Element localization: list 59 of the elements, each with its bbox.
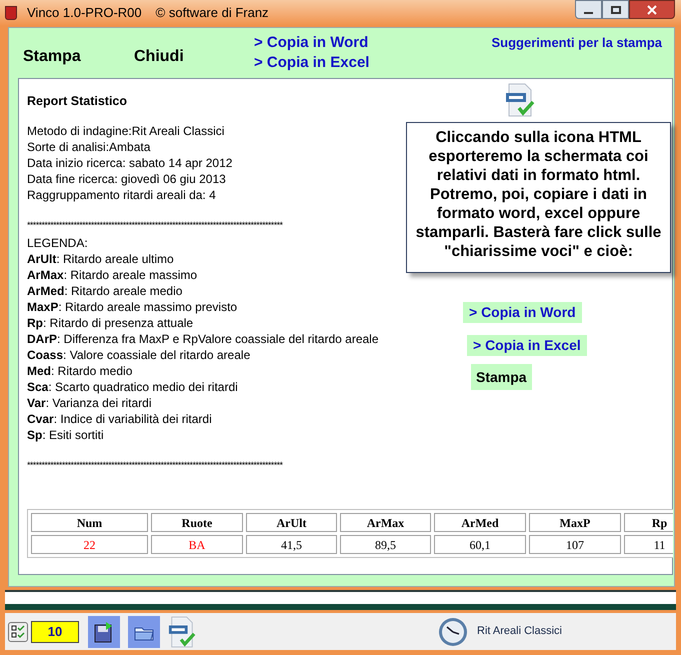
legend-line: Sca: Scarto quadratico medio dei ritardi [27,379,239,395]
separator-line: **************************************************************************************** [27,219,284,232]
column-header: Rp [624,513,673,532]
legend-line: MaxP: Ritardo areale massimo previsto [27,299,238,315]
copyright-text: © software di Franz [156,4,269,22]
legend-line: ArMed: Ritardo areale medio [27,283,184,299]
table-cell: BA [151,535,243,554]
legend-line: Cvar: Indice di variabilità dei ritardi [27,411,213,427]
info-line: Data inizio ricerca: sabato 14 apr 2012 [27,155,234,171]
app-icon [5,6,17,20]
checklist-icon[interactable] [8,622,28,642]
method-label: Rit Areali Classici [477,624,562,640]
window-title: Vinco 1.0-PRO-R00 [27,4,142,22]
info-line: Raggruppamento ritardi areali da: 4 [27,187,217,203]
column-header: ArMax [340,513,431,532]
legend-line: ArUlt: Ritardo areale ultimo [27,251,175,267]
save-icon[interactable] [88,616,120,648]
html-export-icon[interactable] [505,83,535,117]
table-cell: 41,5 [246,535,337,554]
column-header: MaxP [529,513,621,532]
folder-icon[interactable] [128,616,160,648]
report-title: Report Statistico [27,93,128,109]
info-line: Data fine ricerca: giovedì 06 giu 2013 [27,171,227,187]
column-header: Ruote [151,513,243,532]
legend-line: Coass: Valore coassiale del ritardo areale [27,347,252,363]
close-icon[interactable] [647,4,657,14]
copy-link[interactable]: > Copia in Word [254,32,368,54]
table-cell: 11 [624,535,673,554]
copy-link[interactable]: > Copia in Excel [254,52,370,74]
copy-link[interactable]: > Copia in Word [463,302,582,323]
legend-line: DArP: Differenza fra MaxP e RpValore coassiale del ritardo areale [27,331,379,347]
print-button[interactable]: Stampa [471,364,532,390]
table-cell: 60,1 [434,535,526,554]
column-header: ArUlt [246,513,337,532]
tips-link[interactable]: Suggerimenti per la stampa [492,33,662,52]
copy-link[interactable]: > Copia in Excel [467,335,587,356]
close-button[interactable] [629,0,675,19]
count-field: 10 [31,620,79,642]
info-tooltip: Cliccando sulla icona HTML esporteremo la schermata coi relativi dati in formato html. Potremo, poi, copiare i dati in formato word, excel oppure stamparli. Basterà fare click sulle "chiarissime voci" e cioè: [406,122,671,273]
print-button[interactable]: Stampa [23,45,81,69]
legend-line: ArMax: Ritardo areale massimo [27,267,198,283]
table-cell: 22 [31,535,148,554]
legend-line: Med: Ritardo medio [27,363,134,379]
table-cell: 107 [529,535,621,554]
legend-title: LEGENDA: [27,235,89,251]
minimize-button[interactable] [575,0,602,19]
table-cell: 89,5 [340,535,431,554]
info-line: Sorte di analisi:Ambata [27,139,152,155]
info-line: Metodo di indagine:Rit Areali Classici [27,123,226,139]
separator-line: **************************************************************************************** [27,459,284,472]
legend-line: Var: Varianza dei ritardi [27,395,153,411]
column-header: Num [31,513,148,532]
html-export-icon[interactable] [168,616,196,648]
clock-icon [438,616,468,646]
column-header: ArMed [434,513,526,532]
legend-line: Sp: Esiti sortiti [27,427,105,443]
close-report-button[interactable]: Chiudi [134,45,184,69]
legend-line: Rp: Ritardo di presenza attuale [27,315,194,331]
maximize-button[interactable] [602,0,629,19]
